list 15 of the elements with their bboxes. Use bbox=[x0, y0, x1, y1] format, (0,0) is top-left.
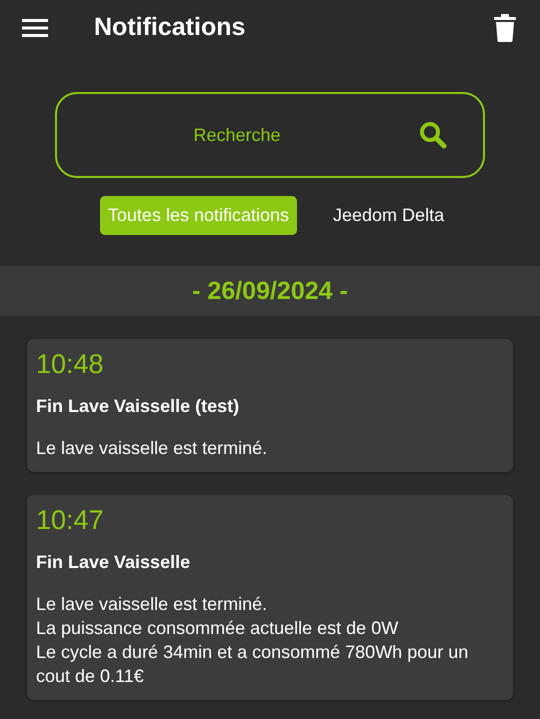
search-field[interactable]: Recherche bbox=[55, 92, 485, 178]
filter-tab[interactable]: Jeedom Delta bbox=[325, 196, 452, 235]
notification-title: Fin Lave Vaisselle bbox=[36, 552, 192, 573]
notification-time: 10:48 bbox=[36, 349, 105, 380]
trash-icon[interactable] bbox=[494, 14, 516, 42]
search-icon[interactable] bbox=[419, 121, 447, 149]
notification-text: Le lave vaisselle est terminé. bbox=[36, 593, 268, 616]
notification-text: La puissance consommée actuelle est de 0W bbox=[36, 617, 400, 640]
notification-text: Le cycle a duré 34min et a consommé 780Wh pour un cout de 0.11€ bbox=[36, 641, 470, 688]
notification-text: Le lave vaisselle est terminé. bbox=[36, 437, 268, 460]
menu-icon[interactable] bbox=[22, 18, 50, 38]
notification-time: 10:47 bbox=[36, 505, 105, 536]
date-header: - 26/09/2024 - bbox=[192, 276, 348, 306]
notification-title: Fin Lave Vaisselle (test) bbox=[36, 396, 240, 417]
page-title: Notifications bbox=[94, 13, 246, 42]
